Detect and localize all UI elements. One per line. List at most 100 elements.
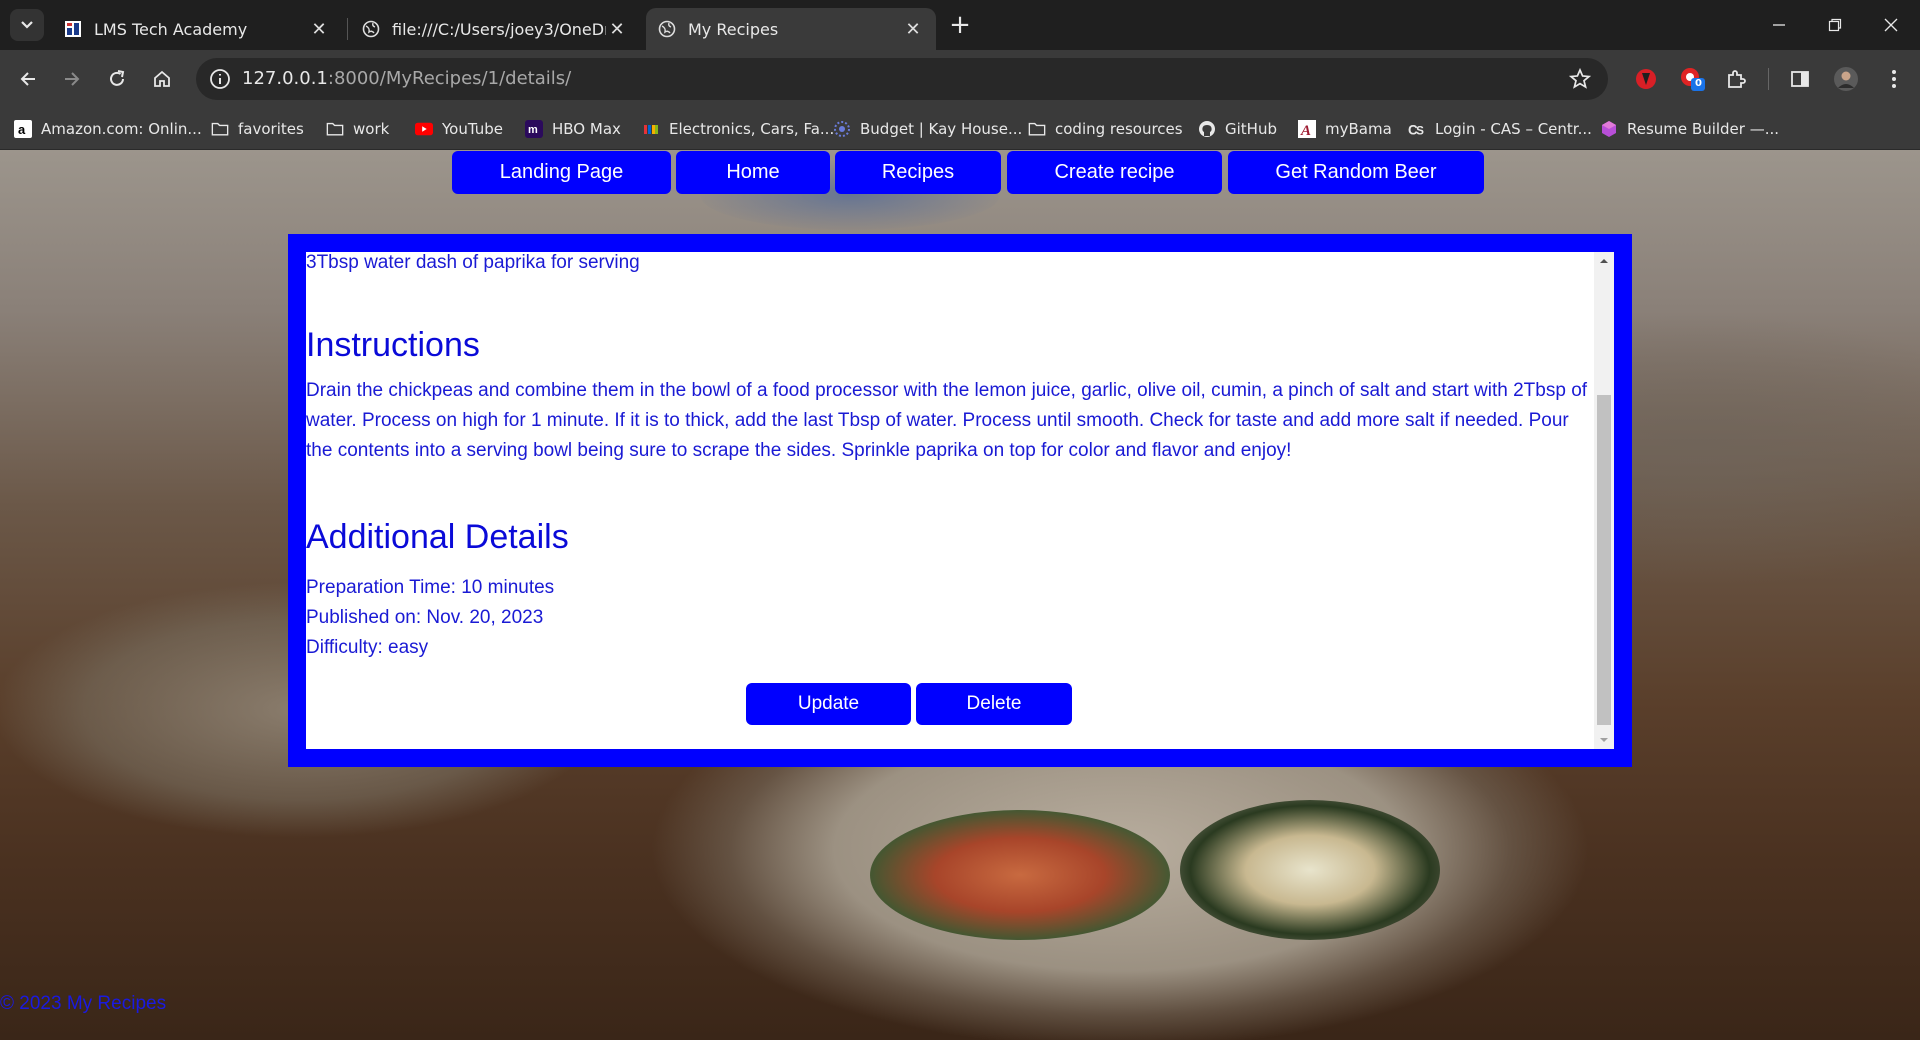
- recipe-detail-panel: 3Tbsp water dash of paprika for serving …: [288, 234, 1632, 767]
- close-icon[interactable]: ✕: [902, 18, 924, 40]
- info-icon[interactable]: [208, 67, 232, 91]
- recipe-scroll-area[interactable]: 3Tbsp water dash of paprika for serving …: [306, 252, 1614, 749]
- bookmark-ebay[interactable]: Electronics, Cars, Fa...: [642, 116, 834, 142]
- extensions-button[interactable]: [1722, 65, 1750, 93]
- site-nav: Landing Page Home Recipes Create recipe …: [0, 151, 1920, 195]
- tab-bar: LMS Tech Academy ✕ file:///C:/Users/joey…: [0, 0, 1920, 50]
- svg-text:A: A: [1300, 123, 1311, 138]
- bookmark-work[interactable]: work: [326, 116, 389, 142]
- bookmark-label: Electronics, Cars, Fa...: [669, 120, 835, 138]
- close-icon[interactable]: ✕: [606, 18, 628, 40]
- extension-red-icon[interactable]: [1632, 65, 1660, 93]
- scroll-up-icon[interactable]: [1594, 252, 1614, 270]
- url-path: :8000/MyRecipes/1/details/: [327, 68, 572, 89]
- bookmark-label: YouTube: [442, 120, 503, 138]
- hbo-icon: m: [525, 120, 543, 138]
- restore-button[interactable]: [1806, 0, 1864, 50]
- bookmark-budget[interactable]: Budget | Kay House...: [833, 116, 1022, 142]
- nav-landing-page[interactable]: Landing Page: [452, 151, 671, 194]
- nav-recipes[interactable]: Recipes: [835, 151, 1001, 194]
- home-button[interactable]: [146, 63, 178, 95]
- bookmark-mybama[interactable]: A myBama: [1298, 116, 1392, 142]
- new-tab-button[interactable]: +: [944, 10, 976, 40]
- bookmark-amazon[interactable]: a Amazon.com: Onlin...: [14, 116, 202, 142]
- extension-badge-icon[interactable]: 0: [1678, 65, 1706, 93]
- reload-button[interactable]: [101, 63, 133, 95]
- instructions-text: Drain the chickpeas and combine them in …: [306, 380, 1588, 461]
- tab-file[interactable]: file:///C:/Users/joey3/OneDrive/ ✕: [350, 8, 640, 50]
- nav-create-recipe[interactable]: Create recipe: [1007, 151, 1222, 194]
- menu-button[interactable]: [1880, 65, 1908, 93]
- bookmark-hbo-max[interactable]: m HBO Max: [525, 116, 621, 142]
- star-icon[interactable]: [1568, 67, 1592, 91]
- bookmark-favorites[interactable]: favorites: [211, 116, 304, 142]
- bookmarks-bar: a Amazon.com: Onlin... favorites work Yo…: [0, 108, 1920, 150]
- svg-text:S: S: [1416, 124, 1424, 137]
- tab-lms[interactable]: LMS Tech Academy ✕: [52, 8, 342, 50]
- bookmark-label: coding resources: [1055, 120, 1183, 138]
- arrow-left-icon: [20, 72, 35, 86]
- folder-icon: [1028, 120, 1046, 138]
- update-button[interactable]: Update: [746, 683, 911, 725]
- tab-title: My Recipes: [688, 19, 779, 39]
- scrollbar-thumb[interactable]: [1597, 395, 1611, 725]
- back-button[interactable]: [12, 63, 44, 95]
- scrollbar[interactable]: [1594, 252, 1614, 749]
- close-window-button[interactable]: [1862, 0, 1920, 50]
- url-text[interactable]: 127.0.0.1:8000/MyRecipes/1/details/: [242, 68, 571, 89]
- bookmark-resume-builder[interactable]: Resume Builder —...: [1600, 116, 1779, 142]
- bookmark-label: HBO Max: [552, 120, 621, 138]
- bookmark-github[interactable]: GitHub: [1198, 116, 1277, 142]
- toolbar-divider: [1768, 68, 1769, 90]
- minimize-icon: [1773, 24, 1785, 26]
- side-panel-button[interactable]: [1786, 65, 1814, 93]
- nav-get-random-beer[interactable]: Get Random Beer: [1228, 151, 1484, 194]
- forward-button[interactable]: [56, 63, 88, 95]
- cas-icon: CS: [1408, 120, 1426, 138]
- folder-icon: [326, 120, 344, 138]
- budget-icon: [833, 120, 851, 138]
- folder-icon: [211, 120, 229, 138]
- kebab-menu-icon: [1892, 70, 1896, 88]
- close-icon: [1884, 18, 1898, 32]
- reload-icon: [110, 70, 125, 86]
- url-host: 127.0.0.1: [242, 68, 328, 89]
- close-icon[interactable]: ✕: [308, 18, 330, 40]
- puzzle-icon: [1728, 70, 1746, 88]
- bookmark-label: Login - CAS – Centr...: [1435, 120, 1592, 138]
- tab-title: file:///C:/Users/joey3/OneDrive/: [392, 19, 606, 39]
- address-bar[interactable]: 127.0.0.1:8000/MyRecipes/1/details/: [196, 58, 1608, 100]
- bookmark-cas-login[interactable]: CS Login - CAS – Centr...: [1408, 116, 1592, 142]
- mybama-icon: A: [1298, 120, 1316, 138]
- scroll-down-icon[interactable]: [1594, 731, 1614, 749]
- tab-my-recipes[interactable]: My Recipes ✕: [646, 8, 936, 50]
- bookmark-label: Budget | Kay House...: [860, 120, 1023, 138]
- avatar: [1834, 67, 1858, 91]
- background-garnish-image: [1180, 800, 1440, 940]
- nav-home[interactable]: Home: [676, 151, 830, 194]
- tab-search-button[interactable]: [10, 9, 44, 41]
- minimize-button[interactable]: [1750, 0, 1808, 50]
- bookmark-label: myBama: [1325, 120, 1392, 138]
- youtube-icon: [415, 120, 433, 138]
- background-food-image: [870, 810, 1170, 940]
- bookmark-label: Resume Builder —...: [1627, 120, 1780, 138]
- additional-details-heading: Additional Details: [306, 518, 569, 556]
- side-panel-icon: [1791, 71, 1809, 87]
- bookmark-label: favorites: [238, 120, 304, 138]
- arrow-right-icon: [65, 72, 80, 86]
- tab-divider: [347, 18, 348, 40]
- bookmark-label: GitHub: [1225, 120, 1277, 138]
- bookmark-coding-resources[interactable]: coding resources: [1028, 116, 1183, 142]
- lms-icon: [64, 20, 82, 38]
- published-date: Published on: Nov. 20, 2023: [306, 607, 544, 628]
- restore-icon: [1828, 18, 1842, 32]
- globe-icon: [658, 20, 676, 38]
- profile-avatar[interactable]: [1832, 65, 1860, 93]
- svg-text:m: m: [528, 124, 538, 136]
- bookmark-youtube[interactable]: YouTube: [415, 116, 503, 142]
- bookmark-label: Amazon.com: Onlin...: [41, 120, 202, 138]
- delete-button[interactable]: Delete: [916, 683, 1072, 725]
- resume-icon: [1600, 120, 1618, 138]
- chevron-down-icon: [21, 21, 33, 29]
